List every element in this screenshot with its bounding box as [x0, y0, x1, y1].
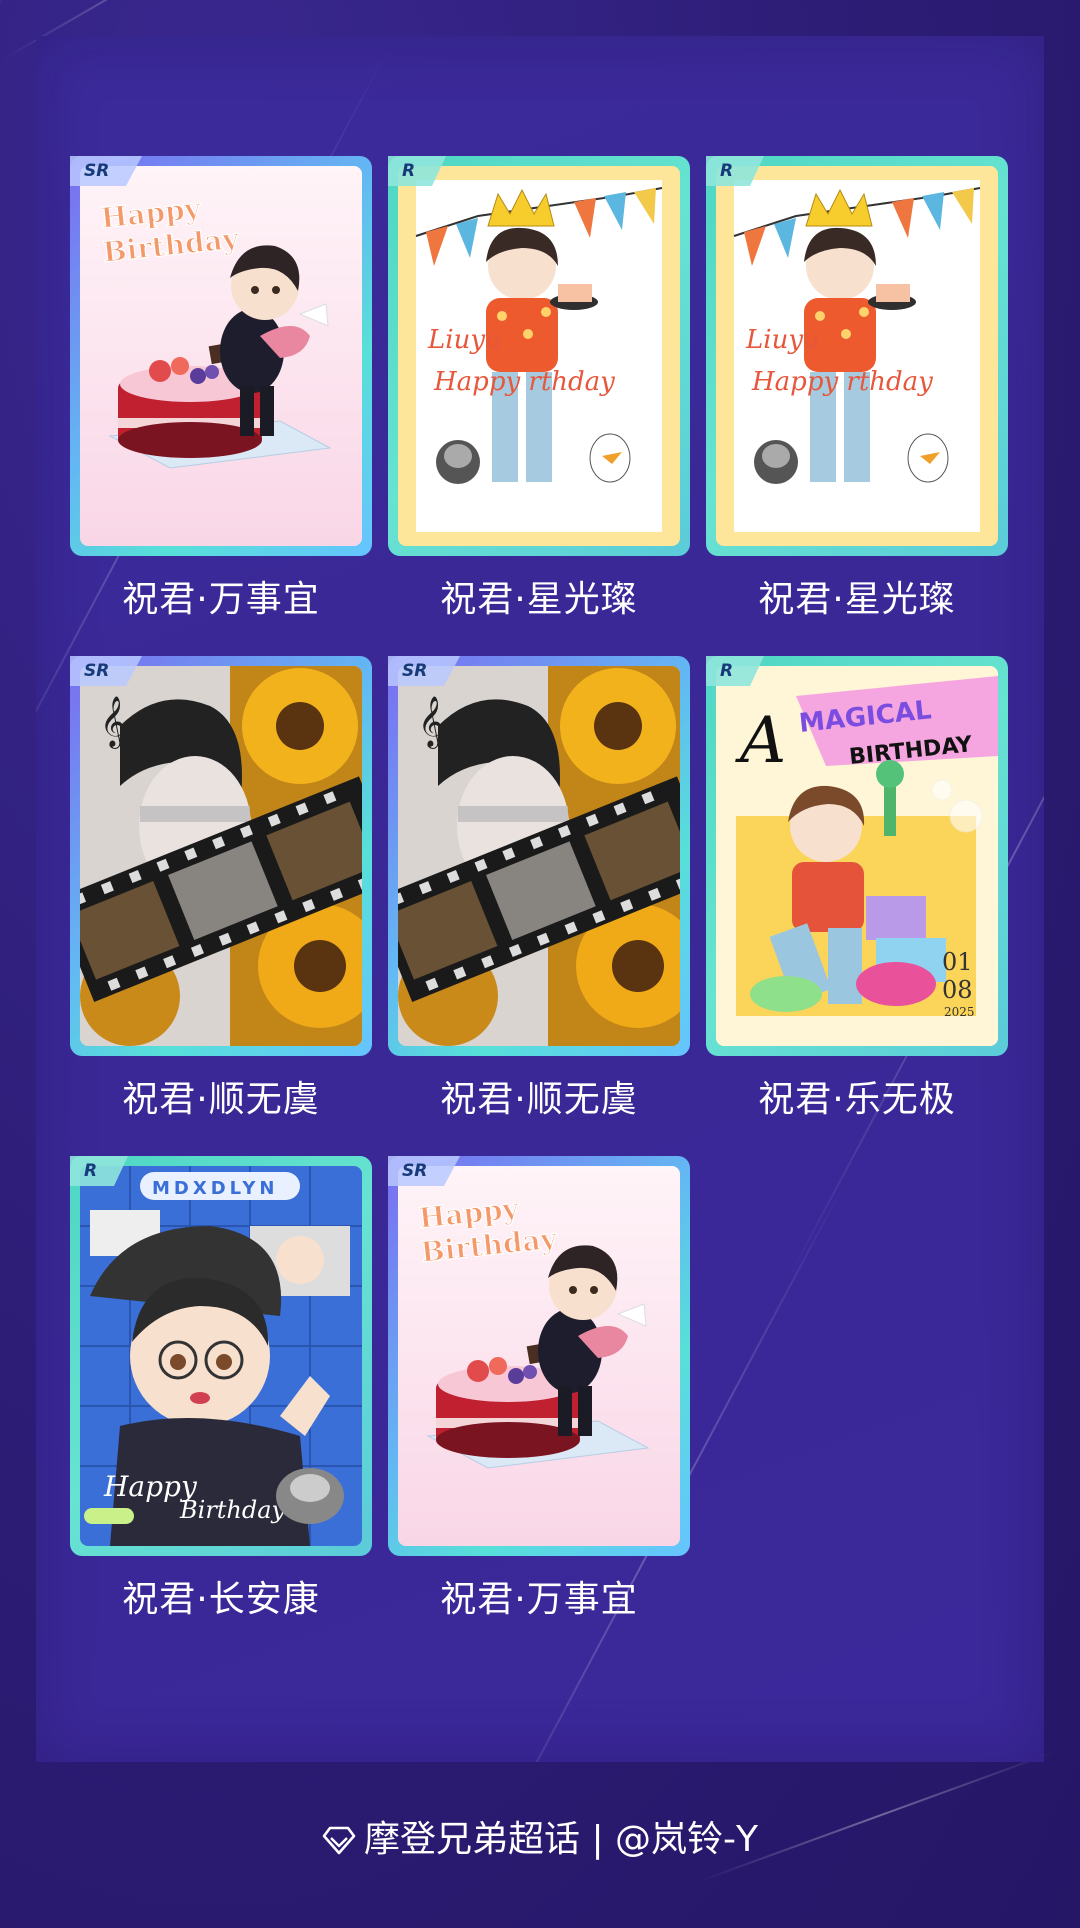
card-frame-r[interactable]: Liuyu Happy rthday R	[388, 156, 690, 556]
card-frame-sr[interactable]: 𝄞 SR	[70, 656, 372, 1056]
rarity-label: R	[84, 1161, 98, 1181]
rarity-label: SR	[402, 1161, 428, 1181]
card-title: 祝君·顺无虞	[122, 1079, 320, 1120]
rarity-badge: SR	[70, 656, 142, 686]
rarity-badge: R	[70, 1156, 142, 1186]
art-happy-birthday-text: Happy rthday	[433, 367, 615, 397]
art-happy-birthday-text: Happy rthday	[751, 367, 933, 397]
sunflower-film-art: 𝄞	[80, 666, 362, 1046]
svg-text:𝄞: 𝄞	[418, 696, 444, 749]
card-item[interactable]: Liuyu Happy rthday R 祝君·星光璨	[706, 156, 1008, 622]
card-item[interactable]: Happy Birthday SR 祝君·万事宜	[388, 1156, 690, 1622]
card-art: 𝄞	[398, 666, 680, 1046]
card-collection-panel: Happy Birthday SR 祝君·万事宜 Liuyu Happy rth…	[36, 36, 1044, 1762]
birthday-cake-art: Happy Birthday	[398, 1166, 680, 1546]
rarity-label: R	[720, 661, 734, 681]
rarity-badge: SR	[70, 156, 142, 186]
card-art: Liuyu Happy rthday	[398, 166, 680, 546]
art-liuyu-text: Liuyu	[427, 325, 502, 355]
rarity-label: SR	[84, 661, 110, 681]
art-date-month: 01	[942, 948, 973, 976]
card-frame-r[interactable]: Liuyu Happy rthday R	[706, 156, 1008, 556]
rarity-label: R	[720, 161, 734, 181]
card-frame-sr[interactable]: Happy Birthday SR	[388, 1156, 690, 1556]
rarity-label: SR	[84, 161, 110, 181]
rarity-label: R	[402, 161, 416, 181]
birthday-cake-art: Happy Birthday	[80, 166, 362, 546]
card-item[interactable]: A MAGICAL BIRTHDAY 01 08 2025 R 祝君·乐无极	[706, 656, 1008, 1122]
card-art: Happy Birthday	[80, 166, 362, 546]
party-art: Liuyu Happy rthday	[398, 166, 680, 546]
rarity-badge: R	[706, 656, 778, 686]
card-item[interactable]: MDXDLYN Happy Birthday R 祝君·长安康	[70, 1156, 372, 1622]
party-art: Liuyu Happy rthday	[716, 166, 998, 546]
card-title: 祝君·乐无极	[758, 1079, 956, 1120]
svg-text:𝄞: 𝄞	[100, 696, 126, 749]
card-frame-sr[interactable]: 𝄞 SR	[388, 656, 690, 1056]
card-art: Liuyu Happy rthday	[716, 166, 998, 546]
art-date-day: 08	[942, 976, 973, 1004]
art-mdxdlyn-text: MDXDLYN	[152, 1178, 278, 1199]
art-liuyu-text: Liuyu	[745, 325, 820, 355]
rarity-label: SR	[402, 661, 428, 681]
sunflower-film-art: 𝄞	[398, 666, 680, 1046]
card-item[interactable]: Happy Birthday SR 祝君·万事宜	[70, 156, 372, 622]
diamond-icon	[322, 1823, 356, 1864]
card-art: Happy Birthday	[398, 1166, 680, 1546]
footer-credit: 摩登兄弟超话 | @岚铃-Y	[0, 1810, 1080, 1864]
card-title: 祝君·万事宜	[440, 1579, 638, 1620]
selfie-art: MDXDLYN Happy Birthday	[80, 1166, 362, 1546]
card-item[interactable]: Liuyu Happy rthday R 祝君·星光璨	[388, 156, 690, 622]
card-title: 祝君·星光璨	[758, 579, 956, 620]
rarity-badge: R	[388, 156, 460, 186]
card-frame-r[interactable]: MDXDLYN Happy Birthday R	[70, 1156, 372, 1556]
footer-text: 摩登兄弟超话 | @岚铃-Y	[364, 1819, 758, 1860]
art-birthday-script-text: Birthday	[179, 1496, 286, 1524]
card-item[interactable]: 𝄞 SR 祝君·顺无虞	[70, 656, 372, 1122]
card-title: 祝君·万事宜	[122, 579, 320, 620]
card-art: MDXDLYN Happy Birthday	[80, 1166, 362, 1546]
card-art: 𝄞	[80, 666, 362, 1046]
rarity-badge: R	[706, 156, 778, 186]
card-item[interactable]: 𝄞 SR 祝君·顺无虞	[388, 656, 690, 1122]
card-grid: Happy Birthday SR 祝君·万事宜 Liuyu Happy rth…	[70, 156, 1008, 1622]
card-frame-sr[interactable]: Happy Birthday SR	[70, 156, 372, 556]
magical-birthday-art: A MAGICAL BIRTHDAY 01 08 2025	[716, 666, 998, 1046]
card-art: A MAGICAL BIRTHDAY 01 08 2025	[716, 666, 998, 1046]
card-title: 祝君·星光璨	[440, 579, 638, 620]
card-title: 祝君·顺无虞	[440, 1079, 638, 1120]
rarity-badge: SR	[388, 656, 460, 686]
card-frame-r[interactable]: A MAGICAL BIRTHDAY 01 08 2025 R	[706, 656, 1008, 1056]
art-a-letter: A	[735, 704, 786, 778]
card-title: 祝君·长安康	[122, 1579, 320, 1620]
rarity-badge: SR	[388, 1156, 460, 1186]
art-date-year: 2025	[944, 1005, 975, 1019]
